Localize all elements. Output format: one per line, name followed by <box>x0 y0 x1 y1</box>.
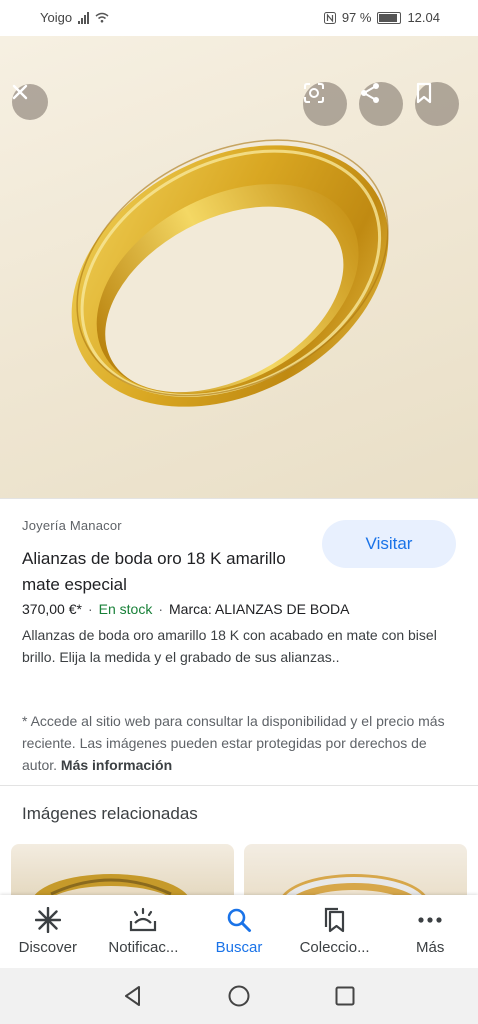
bookmark-icon <box>416 82 432 104</box>
carrier-label: Yoigo <box>40 10 73 25</box>
wifi-icon <box>95 12 109 23</box>
nav-label: Más <box>416 939 445 956</box>
share-button[interactable] <box>359 82 403 126</box>
system-navigation-bar <box>0 968 478 1024</box>
battery-percent: 97 % <box>341 10 372 25</box>
close-button[interactable] <box>12 84 48 120</box>
nav-notifications[interactable]: Notificac... <box>96 895 192 968</box>
collections-icon <box>324 907 344 933</box>
product-title[interactable]: Alianzas de boda oro 18 K amarillo mate … <box>22 546 302 598</box>
notifications-icon <box>130 907 157 932</box>
clock: 12.04 <box>407 10 440 25</box>
nav-label: Coleccio... <box>299 939 370 956</box>
divider <box>0 498 478 499</box>
related-images-heading: Imágenes relacionadas <box>22 804 198 823</box>
stock-status: En stock <box>98 601 153 617</box>
back-icon[interactable] <box>121 984 145 1008</box>
product-meta: 370,00 €* · En stock · Marca: ALIANZAS DE BO… <box>22 601 350 617</box>
search-icon <box>227 908 251 932</box>
product-image[interactable] <box>0 36 478 498</box>
nav-collections[interactable]: Coleccio... <box>287 895 383 968</box>
google-lens-icon <box>304 83 324 103</box>
close-icon <box>12 84 28 100</box>
visit-button[interactable]: Visitar <box>322 520 456 568</box>
status-bar: Yoigo 97 % 12.04 <box>0 0 478 36</box>
nav-label: Discover <box>18 939 77 956</box>
nav-label: Notificac... <box>108 939 179 956</box>
price: 370,00 €* <box>22 601 82 617</box>
save-button[interactable] <box>415 82 459 126</box>
more-icon <box>418 917 442 923</box>
nav-label: Buscar <box>215 939 263 956</box>
bottom-navigation: Discover Notificac... Buscar Coleccio...… <box>0 895 478 968</box>
brand: Marca: ALIANZAS DE BODA <box>169 601 350 617</box>
nav-more[interactable]: Más <box>382 895 478 968</box>
share-icon <box>361 83 379 103</box>
nav-search[interactable]: Buscar <box>191 895 287 968</box>
battery-icon <box>377 11 402 24</box>
lens-button[interactable] <box>303 82 347 126</box>
merchant-name[interactable]: Joyería Manacor <box>22 518 122 533</box>
home-icon[interactable] <box>227 984 251 1008</box>
recents-icon[interactable] <box>333 984 357 1008</box>
nfc-icon <box>323 11 336 24</box>
gold-ring-image <box>71 139 389 407</box>
related-image[interactable] <box>11 844 234 898</box>
separator: · <box>87 601 93 617</box>
related-image[interactable] <box>244 844 467 898</box>
product-description: Allanzas de boda oro amarillo 18 K con a… <box>22 627 437 665</box>
signal-icon <box>78 11 90 24</box>
disclaimer: * Accede al sitio web para consultar la … <box>22 710 456 776</box>
nav-discover[interactable]: Discover <box>0 895 96 968</box>
separator: · <box>158 601 163 617</box>
asterisk-icon <box>34 907 61 933</box>
divider <box>0 785 478 786</box>
more-info-link[interactable]: Más información <box>61 757 172 773</box>
